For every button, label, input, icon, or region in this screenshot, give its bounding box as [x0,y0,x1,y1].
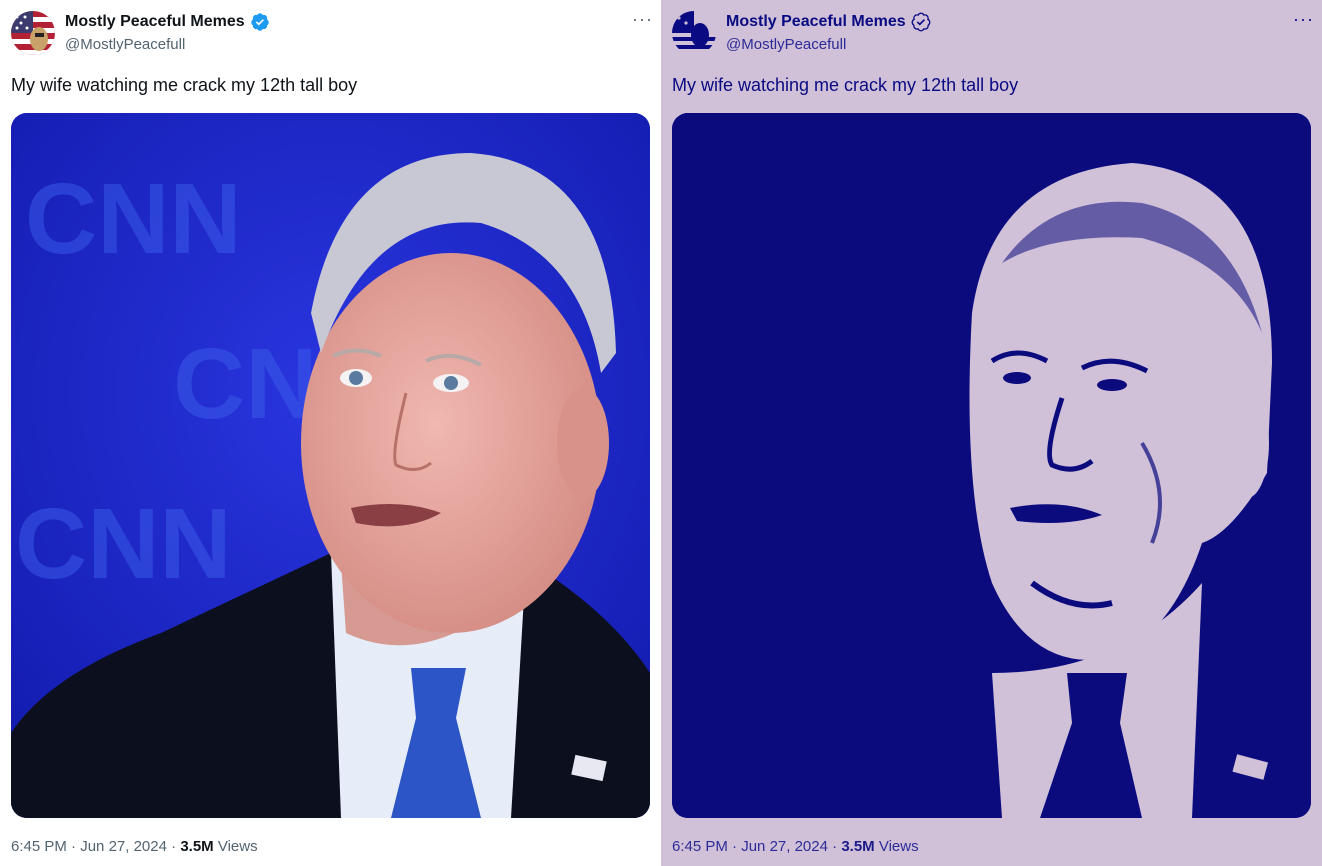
flag-avatar-icon [11,11,55,55]
more-options-icon[interactable]: ··· [632,10,653,28]
views-label: Views [213,838,258,855]
debate-photo: CNN CNN CNN [11,113,650,818]
author-handle[interactable]: @MostlyPeacefull [726,36,846,53]
author-handle[interactable]: @MostlyPeacefull [65,36,185,53]
verified-badge-icon[interactable] [250,12,270,32]
verified-badge-icon[interactable] [911,12,931,32]
flag-avatar-icon [672,11,716,55]
author-name-row[interactable]: Mostly Peaceful Memes [65,12,270,32]
avatar[interactable] [672,11,716,55]
tweet-photo[interactable]: CNN CNN CNN [11,113,650,818]
tweet-meta: 6:45 PM · Jun 27, 2024 · 3.5M Views [672,838,919,855]
cnn-watermark: CNN [25,163,242,275]
display-name[interactable]: Mostly Peaceful Memes [65,13,245,31]
more-options-icon[interactable]: ··· [1293,10,1314,28]
tweet-text: My wife watching me crack my 12th tall b… [672,75,1019,95]
tweet-date[interactable]: Jun 27, 2024 [80,838,167,855]
meta-separator: · [732,838,738,855]
cnn-watermark: CNN [15,488,232,600]
display-name[interactable]: Mostly Peaceful Memes [726,13,906,31]
views-count: 3.5M [180,838,214,855]
meta-separator: · [171,838,177,855]
views-count: 3.5M [841,838,875,855]
tweet-card-duotone: Mostly Peaceful Memes @MostlyPeacefull ·… [661,0,1322,866]
tweet-time[interactable]: 6:45 PM [11,838,67,855]
tweet-time[interactable]: 6:45 PM [672,838,728,855]
meta-separator: · [71,838,77,855]
author-name-row[interactable]: Mostly Peaceful Memes [726,12,931,32]
tweet-text: My wife watching me crack my 12th tall b… [11,75,358,95]
tweet-meta: 6:45 PM · Jun 27, 2024 · 3.5M Views [11,838,258,855]
avatar[interactable] [11,11,55,55]
tweet-photo-duotone[interactable] [672,113,1311,818]
views-label: Views [874,838,919,855]
tweet-card-original: Mostly Peaceful Memes @MostlyPeacefull ·… [0,0,661,866]
tweet-date[interactable]: Jun 27, 2024 [741,838,828,855]
duotone-portrait [672,113,1311,818]
meta-separator: · [832,838,838,855]
